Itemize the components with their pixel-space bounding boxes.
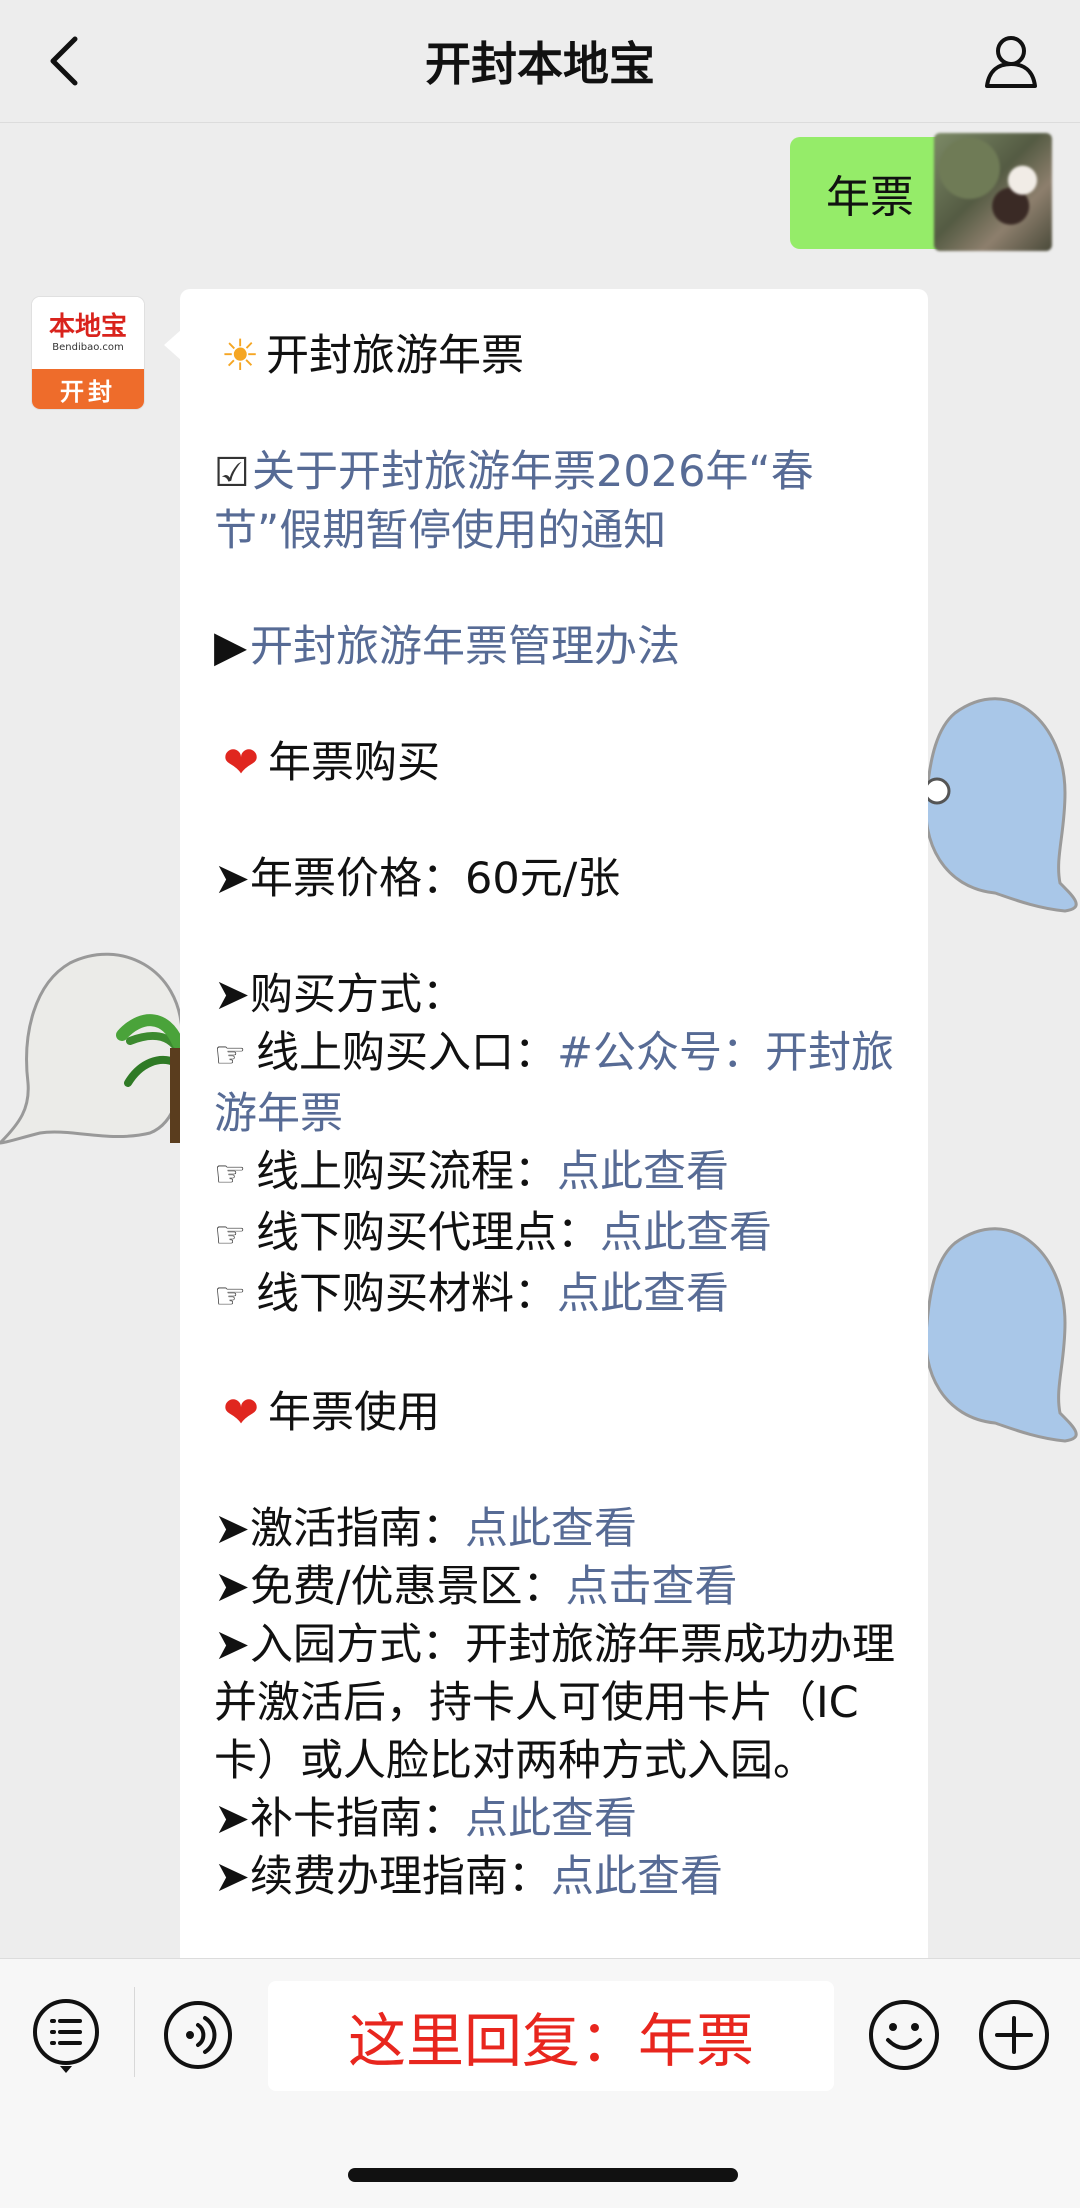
method-label: 购买方式： xyxy=(250,970,465,1020)
renew-link[interactable]: 点此查看 xyxy=(551,1852,723,1902)
activate-link[interactable]: 点此查看 xyxy=(465,1504,637,1554)
reply-heading: 开封旅游年票 xyxy=(266,331,524,381)
offline-material-label: 线下购买材料： xyxy=(256,1269,557,1319)
pointing-hand-icon: ☞ xyxy=(214,1215,247,1256)
logo-text: 本地宝 xyxy=(48,312,127,342)
online-process-label: 线上购买流程： xyxy=(256,1147,557,1197)
chat-message-area[interactable]: 年票 本地宝 Bendibao.com 开封 ☀ 开封旅游年票 ☑关于开封旅游年票… xyxy=(0,123,1080,1958)
home-indicator xyxy=(348,2168,738,2182)
online-entry-line: ☞ 线上购买入口：#公众号：开封旅游年票 xyxy=(214,1024,904,1143)
emoji-button[interactable] xyxy=(866,1997,942,2073)
online-process-link[interactable]: 点此查看 xyxy=(557,1147,729,1197)
arrow-icon: ➤ xyxy=(214,1852,251,1902)
speech-sticker-decoration xyxy=(923,697,1078,913)
purchase-heading: 年票购买 xyxy=(268,738,440,788)
person-icon xyxy=(985,36,1037,88)
purchase-heading-line: ❤ 年票购买 xyxy=(214,734,904,792)
price-label: 年票价格： xyxy=(250,854,465,904)
activate-label: 激活指南： xyxy=(250,1504,465,1554)
checkbox-icon: ☑ xyxy=(214,450,250,496)
top-navigation-bar: 开封本地宝 xyxy=(0,0,1080,123)
plus-icon xyxy=(979,2000,1049,2070)
online-process-line: ☞ 线上购买流程：点此查看 xyxy=(214,1143,904,1204)
official-account-avatar[interactable]: 本地宝 Bendibao.com 开封 xyxy=(32,297,144,409)
reissue-line: ➤补卡指南：点此查看 xyxy=(214,1790,904,1848)
method-line: ➤购买方式： xyxy=(214,966,904,1024)
pointing-hand-icon: ☞ xyxy=(214,1154,247,1195)
notice-link[interactable]: 关于开封旅游年票2026年“春节”假期暂停使用的通知 xyxy=(214,447,814,556)
pointing-hand-icon: ☞ xyxy=(214,1276,247,1317)
offline-agent-line: ☞ 线下购买代理点：点此查看 xyxy=(214,1204,904,1265)
pointing-hand-icon: ☞ xyxy=(214,1035,247,1076)
heart-icon: ❤ xyxy=(222,738,260,788)
logo-subtext: Bendibao.com xyxy=(52,342,124,353)
smiley-icon xyxy=(869,2000,939,2070)
menu-toggle-button[interactable] xyxy=(28,1997,104,2073)
reissue-label: 补卡指南： xyxy=(250,1794,465,1844)
renew-label: 续费办理指南： xyxy=(250,1852,551,1902)
rules-link[interactable]: 开封旅游年票管理办法 xyxy=(250,622,680,672)
voice-input-button[interactable] xyxy=(160,1997,236,2073)
price-value: 60元/张 xyxy=(465,854,621,904)
arrow-icon: ➤ xyxy=(214,1794,251,1844)
usage-heading: 年票使用 xyxy=(268,1388,440,1438)
scenic-link[interactable]: 点击查看 xyxy=(566,1562,738,1612)
notice-line: ☑关于开封旅游年票2026年“春节”假期暂停使用的通知 xyxy=(214,443,904,560)
usage-heading-line: ❤ 年票使用 xyxy=(214,1384,904,1442)
incoming-message-bubble[interactable]: ☀ 开封旅游年票 ☑关于开封旅游年票2026年“春节”假期暂停使用的通知 ▶开封旅… xyxy=(164,289,928,1958)
palm-sticker-decoration xyxy=(0,952,184,1145)
arrow-icon: ➤ xyxy=(214,1620,251,1670)
arrow-icon: ➤ xyxy=(214,1562,251,1612)
entry-line: ➤入园方式：开封旅游年票成功办理并激活后，持卡人可使用卡片（IC卡）或人脸比对两… xyxy=(214,1616,904,1790)
reissue-link[interactable]: 点此查看 xyxy=(465,1794,637,1844)
profile-button[interactable] xyxy=(978,28,1044,94)
activate-line: ➤激活指南：点此查看 xyxy=(214,1500,904,1558)
outgoing-message-bubble[interactable]: 年票 xyxy=(790,137,966,249)
heart-icon: ❤ xyxy=(222,1388,260,1438)
offline-agent-label: 线下购买代理点： xyxy=(256,1208,600,1258)
speech-sticker-decoration xyxy=(924,1227,1078,1443)
offline-material-line: ☞ 线下购买材料：点此查看 xyxy=(214,1265,904,1326)
scenic-label: 免费/优惠景区： xyxy=(250,1562,566,1612)
divider xyxy=(134,1987,135,2077)
arrow-icon: ➤ xyxy=(214,854,251,904)
rules-line: ▶开封旅游年票管理办法 xyxy=(214,618,904,676)
renew-line: ➤续费办理指南：点此查看 xyxy=(214,1848,904,1906)
menu-list-icon xyxy=(33,1999,99,2073)
input-prompt-text: 这里回复：年票 xyxy=(347,2007,754,2075)
arrow-icon: ➤ xyxy=(214,1504,251,1554)
sun-icon: ☀ xyxy=(220,331,260,381)
scenic-line: ➤免费/优惠景区：点击查看 xyxy=(214,1558,904,1616)
message-input[interactable]: 这里回复：年票 xyxy=(268,1981,834,2091)
price-line: ➤年票价格：60元/张 xyxy=(214,850,904,908)
offline-agent-link[interactable]: 点此查看 xyxy=(600,1208,772,1258)
logo-city: 开封 xyxy=(32,369,144,409)
entry-label: 入园方式： xyxy=(250,1620,465,1670)
reply-heading-line: ☀ 开封旅游年票 xyxy=(214,327,904,385)
user-avatar[interactable] xyxy=(934,133,1052,251)
online-entry-label: 线上购买入口： xyxy=(256,1028,557,1078)
outgoing-message-text: 年票 xyxy=(826,172,914,223)
more-actions-button[interactable] xyxy=(976,1997,1052,2073)
offline-material-link[interactable]: 点此查看 xyxy=(557,1269,729,1319)
play-icon: ▶ xyxy=(214,622,248,672)
voice-icon xyxy=(164,2001,232,2069)
chat-title: 开封本地宝 xyxy=(425,37,655,91)
reply-content: ☀ 开封旅游年票 ☑关于开封旅游年票2026年“春节”假期暂停使用的通知 ▶开封旅… xyxy=(214,327,904,1906)
arrow-icon: ➤ xyxy=(214,970,251,1020)
